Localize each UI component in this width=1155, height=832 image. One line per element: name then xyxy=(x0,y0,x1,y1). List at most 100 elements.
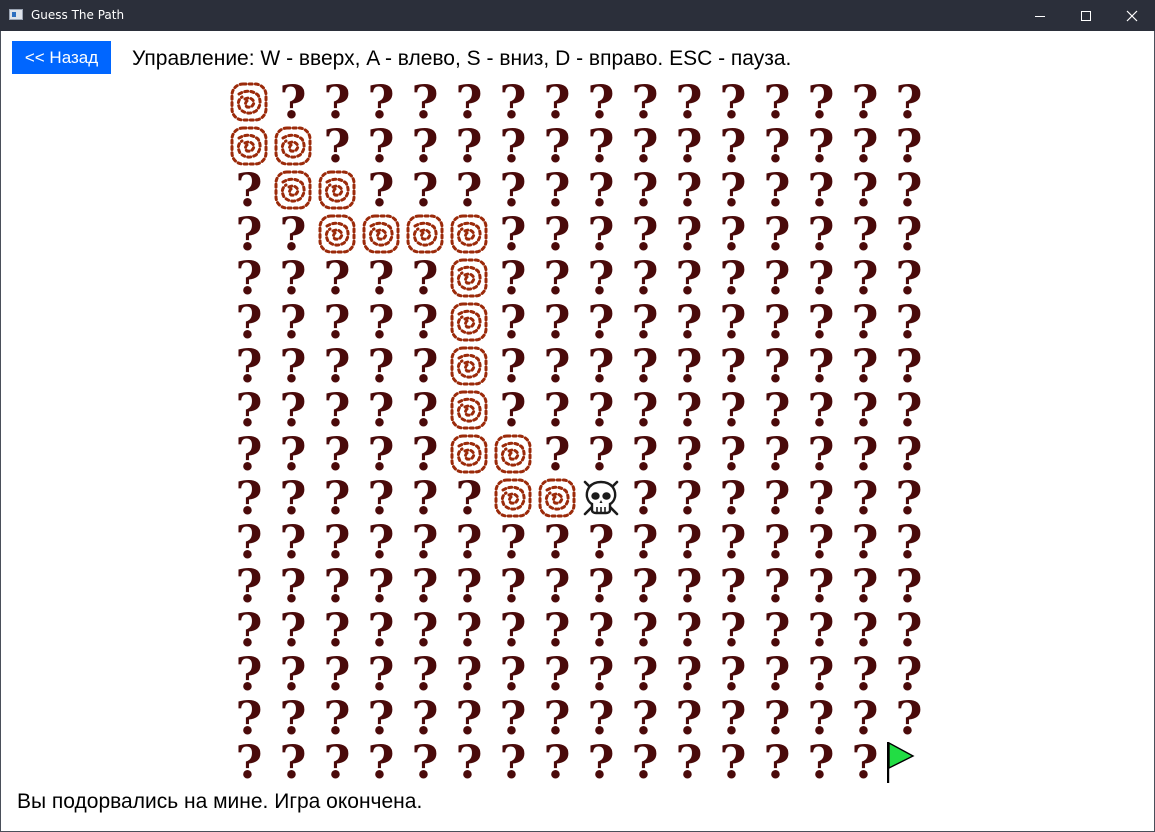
unknown-cell: ? xyxy=(887,647,931,701)
question-mark-icon: ? xyxy=(763,163,791,217)
unknown-cell: ? xyxy=(403,167,447,213)
question-mark-icon: ? xyxy=(411,75,439,129)
unknown-cell: ? xyxy=(491,519,535,565)
unknown-cell: ? xyxy=(491,343,535,389)
trail-pattern-icon xyxy=(450,302,488,342)
question-mark-icon: ? xyxy=(411,427,439,481)
question-mark-icon: ? xyxy=(367,515,395,569)
question-mark-icon: ? xyxy=(807,251,835,305)
path-cell xyxy=(491,476,535,520)
question-mark-icon: ? xyxy=(851,559,879,613)
question-mark-icon: ? xyxy=(543,603,571,657)
question-mark-icon: ? xyxy=(631,691,659,745)
unknown-cell: ? xyxy=(359,475,403,521)
unknown-cell: ? xyxy=(315,695,359,741)
unknown-cell: ? xyxy=(711,211,755,257)
question-mark-icon: ? xyxy=(499,251,527,305)
question-mark-icon: ? xyxy=(411,647,439,701)
path-cell xyxy=(403,212,447,256)
path-cell xyxy=(447,344,491,388)
unknown-cell: ? xyxy=(491,383,535,437)
question-mark-icon: ? xyxy=(499,383,527,437)
unknown-cell: ? xyxy=(315,343,359,389)
question-mark-icon: ? xyxy=(895,647,923,701)
unknown-cell: ? xyxy=(799,607,843,653)
unknown-cell: ? xyxy=(843,427,887,481)
unknown-cell: ? xyxy=(623,475,667,521)
trail-pattern-icon xyxy=(362,214,400,254)
unknown-cell: ? xyxy=(667,211,711,257)
question-mark-icon: ? xyxy=(235,163,263,217)
unknown-cell: ? xyxy=(359,343,403,389)
question-mark-icon: ? xyxy=(631,647,659,701)
unknown-cell: ? xyxy=(403,299,447,345)
minimize-button[interactable] xyxy=(1017,0,1063,31)
trail-pattern-icon xyxy=(494,434,532,474)
unknown-cell: ? xyxy=(623,607,667,653)
question-mark-icon: ? xyxy=(455,735,483,789)
back-button[interactable]: << Назад xyxy=(12,41,111,74)
unknown-cell: ? xyxy=(711,519,755,565)
unknown-cell: ? xyxy=(447,563,491,609)
trail-pattern-icon xyxy=(538,478,576,518)
question-mark-icon: ? xyxy=(763,559,791,613)
question-mark-icon: ? xyxy=(235,515,263,569)
question-mark-icon: ? xyxy=(851,427,879,481)
question-mark-icon: ? xyxy=(895,207,923,261)
unknown-cell: ? xyxy=(227,563,271,609)
question-mark-icon: ? xyxy=(279,647,307,701)
trail-pattern-icon xyxy=(450,214,488,254)
unknown-cell: ? xyxy=(359,167,403,213)
question-mark-icon: ? xyxy=(631,295,659,349)
unknown-cell: ? xyxy=(843,695,887,741)
question-mark-icon: ? xyxy=(763,603,791,657)
question-mark-icon: ? xyxy=(807,427,835,481)
unknown-cell: ? xyxy=(711,387,755,433)
question-mark-icon: ? xyxy=(543,383,571,437)
path-cell xyxy=(447,300,491,344)
unknown-cell: ? xyxy=(887,255,931,301)
question-mark-icon: ? xyxy=(631,735,659,789)
unknown-cell: ? xyxy=(403,519,447,565)
unknown-cell: ? xyxy=(799,563,843,609)
question-mark-icon: ? xyxy=(499,207,527,261)
window-title: Guess The Path xyxy=(31,8,125,22)
question-mark-icon: ? xyxy=(807,207,835,261)
question-mark-icon: ? xyxy=(851,75,879,129)
unknown-cell: ? xyxy=(271,255,315,301)
unknown-cell: ? xyxy=(799,427,843,481)
unknown-cell: ? xyxy=(799,695,843,741)
unknown-cell: ? xyxy=(271,343,315,389)
question-mark-icon: ? xyxy=(587,383,615,437)
unknown-cell: ? xyxy=(535,343,579,389)
unknown-cell: ? xyxy=(711,299,755,345)
question-mark-icon: ? xyxy=(323,295,351,349)
unknown-cell: ? xyxy=(579,607,623,653)
unknown-cell: ? xyxy=(887,207,931,261)
unknown-cell: ? xyxy=(843,343,887,389)
question-mark-icon: ? xyxy=(411,471,439,525)
unknown-cell: ? xyxy=(227,515,271,569)
unknown-cell: ? xyxy=(271,475,315,521)
question-mark-icon: ? xyxy=(895,691,923,745)
question-mark-icon: ? xyxy=(851,119,879,173)
unknown-cell: ? xyxy=(403,695,447,741)
unknown-cell: ? xyxy=(447,607,491,653)
unknown-cell: ? xyxy=(403,123,447,169)
question-mark-icon: ? xyxy=(763,75,791,129)
question-mark-icon: ? xyxy=(719,163,747,217)
unknown-cell: ? xyxy=(843,211,887,257)
question-mark-icon: ? xyxy=(323,427,351,481)
unknown-cell: ? xyxy=(535,211,579,257)
question-mark-icon: ? xyxy=(455,119,483,173)
question-mark-icon: ? xyxy=(411,383,439,437)
trail-pattern-icon xyxy=(274,170,312,210)
close-button[interactable] xyxy=(1109,0,1155,31)
unknown-cell: ? xyxy=(579,431,623,477)
unknown-cell: ? xyxy=(711,343,755,389)
unknown-cell: ? xyxy=(315,427,359,481)
question-mark-icon: ? xyxy=(631,119,659,173)
maximize-button[interactable] xyxy=(1063,0,1109,31)
game-board[interactable]: ????????????????????????????????????????… xyxy=(227,75,931,789)
unknown-cell: ? xyxy=(755,651,799,697)
